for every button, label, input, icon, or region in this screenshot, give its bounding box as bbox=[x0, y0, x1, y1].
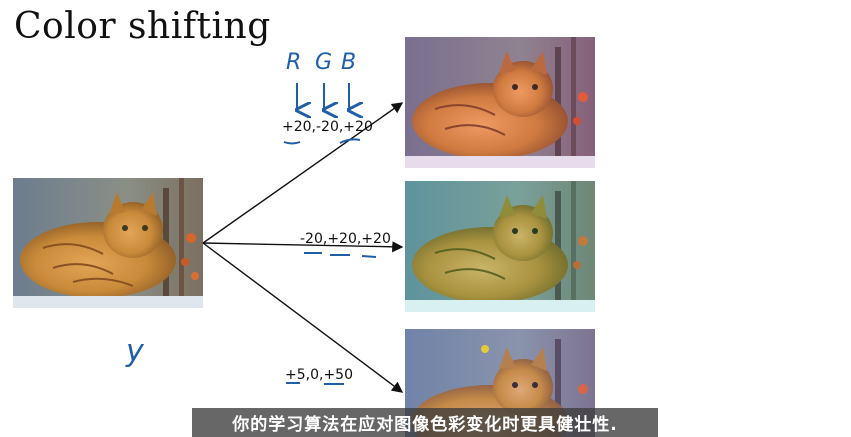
underline-r-1 bbox=[283, 141, 301, 145]
rgb-letter-g: G bbox=[315, 50, 333, 75]
shifted-cat-image-2 bbox=[405, 181, 595, 312]
shift-label-3: +5,0,+50 bbox=[285, 367, 353, 383]
shifted-cat-image-1 bbox=[405, 37, 595, 168]
video-subtitle: 你的学习算法在应对图像色彩变化时更具健壮性. bbox=[192, 408, 658, 437]
underline-b-1 bbox=[339, 138, 361, 144]
shift-label-2: -20,+20,+20 bbox=[300, 231, 391, 247]
source-cat-image bbox=[13, 178, 203, 308]
rgb-letter-r: R bbox=[286, 50, 302, 75]
slide-title: Color shifting bbox=[14, 6, 271, 47]
rgb-letter-b: B bbox=[341, 50, 357, 75]
underline-b-2 bbox=[361, 255, 377, 258]
label-y: y bbox=[126, 334, 144, 369]
shift-label-1: +20,-20,+20 bbox=[282, 119, 373, 135]
